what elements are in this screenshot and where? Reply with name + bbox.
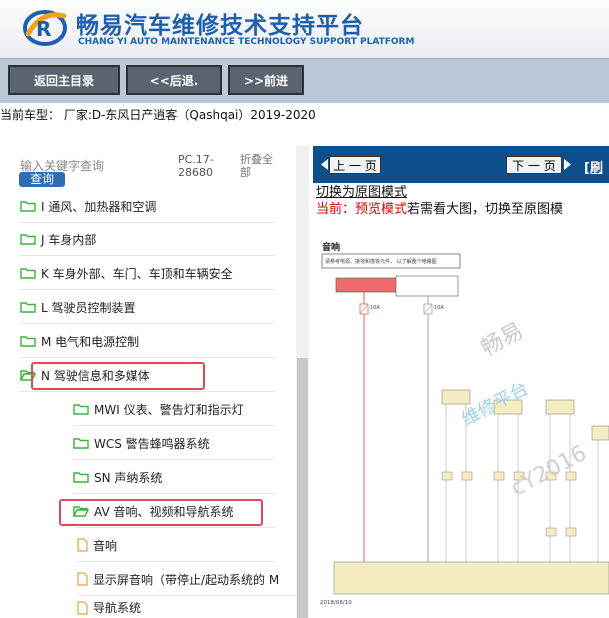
fuse-a-label: 10A (370, 305, 380, 311)
svg-text:R: R (36, 17, 51, 41)
fuse-box-red (335, 277, 403, 293)
home-button[interactable]: 返回主目录 (8, 65, 120, 95)
tree-item-label: WCS 警告蜂鸣器系统 (94, 436, 210, 451)
tree-item[interactable]: WCS 警告蜂鸣器系统 (73, 427, 275, 460)
platform-title: 畅易汽车维修技术支持平台 (76, 13, 364, 39)
current-vehicle: 当前车型： 厂家:D-东风日产逍客（Qashqai）2019-2020 (0, 108, 316, 122)
diagram-title: 音响 (322, 241, 340, 253)
highlight-frame (31, 362, 205, 390)
nav-toolbar: 返回主目录 <<后退. >>前进 (0, 58, 609, 103)
prev-page-button[interactable]: 上 一 页 (329, 156, 381, 174)
tree-item[interactable]: 显示屏音响（带停止/起动系统的 M (77, 563, 296, 596)
document-icon (77, 572, 88, 586)
platform-subtitle: CHANG YI AUTO MAINTENANCE TECHNOLOGY SUP… (78, 37, 415, 47)
tree-item[interactable]: 音响 (77, 529, 275, 562)
tree-item-label: SN 声纳系统 (94, 470, 163, 485)
collapse-all-link[interactable]: 折叠全部 (240, 153, 280, 179)
watermark: 畅易 (477, 319, 528, 362)
back-button[interactable]: <<后退. (126, 65, 222, 95)
tree-item[interactable]: L 驾驶员控制装置 (20, 291, 275, 324)
tree-item-label: 音响 (93, 538, 118, 553)
tree-item-label: K 车身外部、车门、车顶和车辆安全 (41, 266, 233, 281)
tree-item[interactable]: I 通风、加热器和空调 (20, 190, 275, 223)
folder-icon (20, 234, 36, 245)
tree-item[interactable]: SN 声纳系统 (73, 461, 275, 494)
tree-item-label: MWI 仪表、警告灯和指示灯 (94, 402, 244, 417)
folder-icon (20, 268, 36, 279)
tree-item-label: L 驾驶员控制装置 (41, 300, 136, 315)
wiring-diagram[interactable]: 音响 请参考电源、接地和搭铁元件， 以了解整个电路图 10A 10A 2018/… (316, 216, 609, 618)
highlight-frame (59, 499, 263, 526)
speaker-connector-3 (545, 399, 575, 415)
speaker-connector-1 (441, 389, 471, 405)
wiring-diagram-drawing: 音响 请参考电源、接地和搭铁元件， 以了解整个电路图 10A 10A 2018/… (320, 241, 609, 606)
folder-icon (20, 302, 36, 313)
tree-item-label: J 车身内部 (41, 232, 97, 247)
search-button[interactable]: 查询 (19, 172, 65, 187)
folder-icon (73, 404, 89, 415)
arrow-right-icon (564, 159, 571, 170)
tree-item[interactable]: MWI 仪表、警告灯和指示灯 (73, 393, 275, 426)
folder-icon (73, 472, 89, 483)
tree-item-label: M 电气和电源控制 (41, 334, 140, 349)
tree-item-label: 导航系统 (93, 601, 142, 615)
forward-button[interactable]: >>前进 (228, 65, 304, 95)
tree-item[interactable]: J 车身内部 (20, 223, 275, 256)
folder-icon (73, 438, 89, 449)
tree-item-label: 显示屏音响（带停止/起动系统的 M (93, 572, 280, 587)
diagram-note: 请参考电源、接地和搭铁元件， 以了解整个电路图 (325, 258, 437, 265)
audio-unit-block (333, 561, 609, 595)
next-page-button[interactable]: 下 一 页 (506, 156, 562, 174)
tree-item-label: I 通风、加热器和空调 (41, 199, 157, 214)
tree-item[interactable]: M 电气和电源控制 (20, 325, 275, 358)
current-label: 当前： (316, 202, 356, 217)
arrow-left-icon (321, 159, 328, 170)
folder-icon (20, 201, 36, 212)
refresh-link[interactable]: [刷 (584, 157, 603, 176)
document-icon (77, 538, 88, 552)
diagram-date: 2018/08/10 (320, 600, 352, 606)
document-icon (77, 600, 88, 615)
watermark: cY2016 (507, 441, 591, 501)
pc-code: PC.17-28680 (178, 153, 214, 179)
sidebar-scroll-thumb[interactable] (297, 358, 308, 618)
fuse-b-label: 10A (434, 305, 444, 311)
brand-logo-icon: R (23, 10, 67, 46)
mode-notice: 当前：预览模式若需看大图，切换至原图模 (316, 198, 563, 217)
preview-mode-label: 预览模式 (355, 202, 408, 217)
speaker-connector-4 (591, 425, 609, 441)
fuse-box-ign (395, 275, 459, 297)
tree-item[interactable]: 导航系统 (77, 597, 275, 618)
folder-icon (20, 336, 36, 347)
mode-hint: 若需看大图，切换至原图模 (407, 202, 564, 217)
tree-item[interactable]: K 车身外部、车门、车顶和车辆安全 (20, 257, 275, 290)
app-header: R 畅易汽车维修技术支持平台 CHANG YI AUTO MAINTENANCE… (0, 0, 609, 58)
